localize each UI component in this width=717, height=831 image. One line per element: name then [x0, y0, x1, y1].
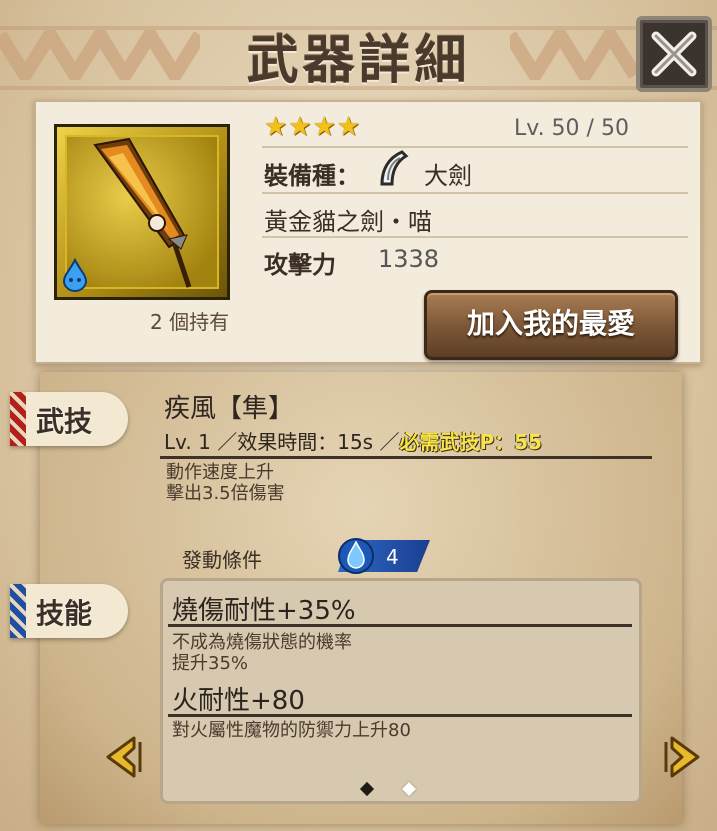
skill-desc-line: 不成為燒傷狀態的機率 [172, 632, 352, 653]
attack-label: 攻擊力 [264, 251, 336, 279]
next-arrow-icon[interactable] [656, 734, 702, 780]
close-icon [651, 31, 697, 77]
water-element-icon [62, 258, 88, 292]
skill-desc-line: 對火屬性魔物的防禦力上升80 [172, 720, 411, 741]
attack-value: 1338 [378, 245, 440, 273]
move-description: 動作速度上升 擊出3.5倍傷害 [166, 462, 285, 504]
move-duration: ／效果時間：15s [217, 430, 374, 454]
weapon-name: 黃金貓之劍・喵 [264, 208, 432, 236]
equip-type-label: 裝備種： [264, 162, 360, 190]
great-sword-type-icon [380, 150, 409, 186]
water-drop-icon [338, 538, 374, 574]
weapon-detail-screen: 武器詳細 2 個持有 ★★★★ Lv. 50 / 50 裝備種： 大劍 黃金貓之… [0, 0, 717, 831]
row-divider [262, 146, 688, 148]
rarity-stars: ★★★★ [264, 112, 362, 142]
row-divider [262, 236, 688, 238]
condition-count: 4 [386, 545, 399, 569]
move-desc-line: 動作速度上升 [166, 462, 274, 483]
owned-count: 2 個持有 [150, 310, 230, 334]
tag-stripe [10, 392, 26, 446]
previous-arrow-icon[interactable] [104, 734, 150, 780]
move-desc-line: 擊出3.5倍傷害 [166, 483, 285, 504]
move-level: Lv. 1 [164, 430, 211, 454]
page-title: 武器詳細 [246, 31, 471, 91]
skill-divider [168, 624, 632, 627]
skill-tag: 技能 [10, 584, 128, 638]
move-required-prefix: ／ [379, 430, 400, 454]
tag-stripe [10, 584, 26, 638]
skill-name: 火耐性+80 [172, 686, 305, 716]
weapon-level: Lv. 50 / 50 [514, 116, 629, 141]
move-required-points: 必需武技P：55 [399, 430, 542, 454]
condition-label: 發動條件 [182, 548, 262, 572]
skill-tag-label: 技能 [36, 597, 93, 630]
move-tag: 武技 [10, 392, 128, 446]
skill-desc-line: 提升35% [172, 653, 249, 674]
move-meta: Lv. 1 ／效果時間：15s ／必需武技P：55 [164, 426, 542, 455]
skill-divider [168, 714, 632, 717]
move-name: 疾風【隼】 [164, 394, 295, 424]
row-divider [262, 192, 688, 194]
equip-type-value: 大劍 [424, 162, 472, 190]
close-button[interactable] [636, 16, 712, 92]
skill-name: 燒傷耐性+35% [172, 596, 356, 626]
add-to-favorites-button[interactable]: 加入我的最愛 [424, 290, 678, 360]
move-divider [160, 456, 652, 459]
skill-description: 不成為燒傷狀態的機率 提升35% [172, 632, 352, 674]
move-tag-label: 武技 [36, 405, 93, 438]
skill-description: 對火屬性魔物的防禦力上升80 [172, 720, 411, 741]
